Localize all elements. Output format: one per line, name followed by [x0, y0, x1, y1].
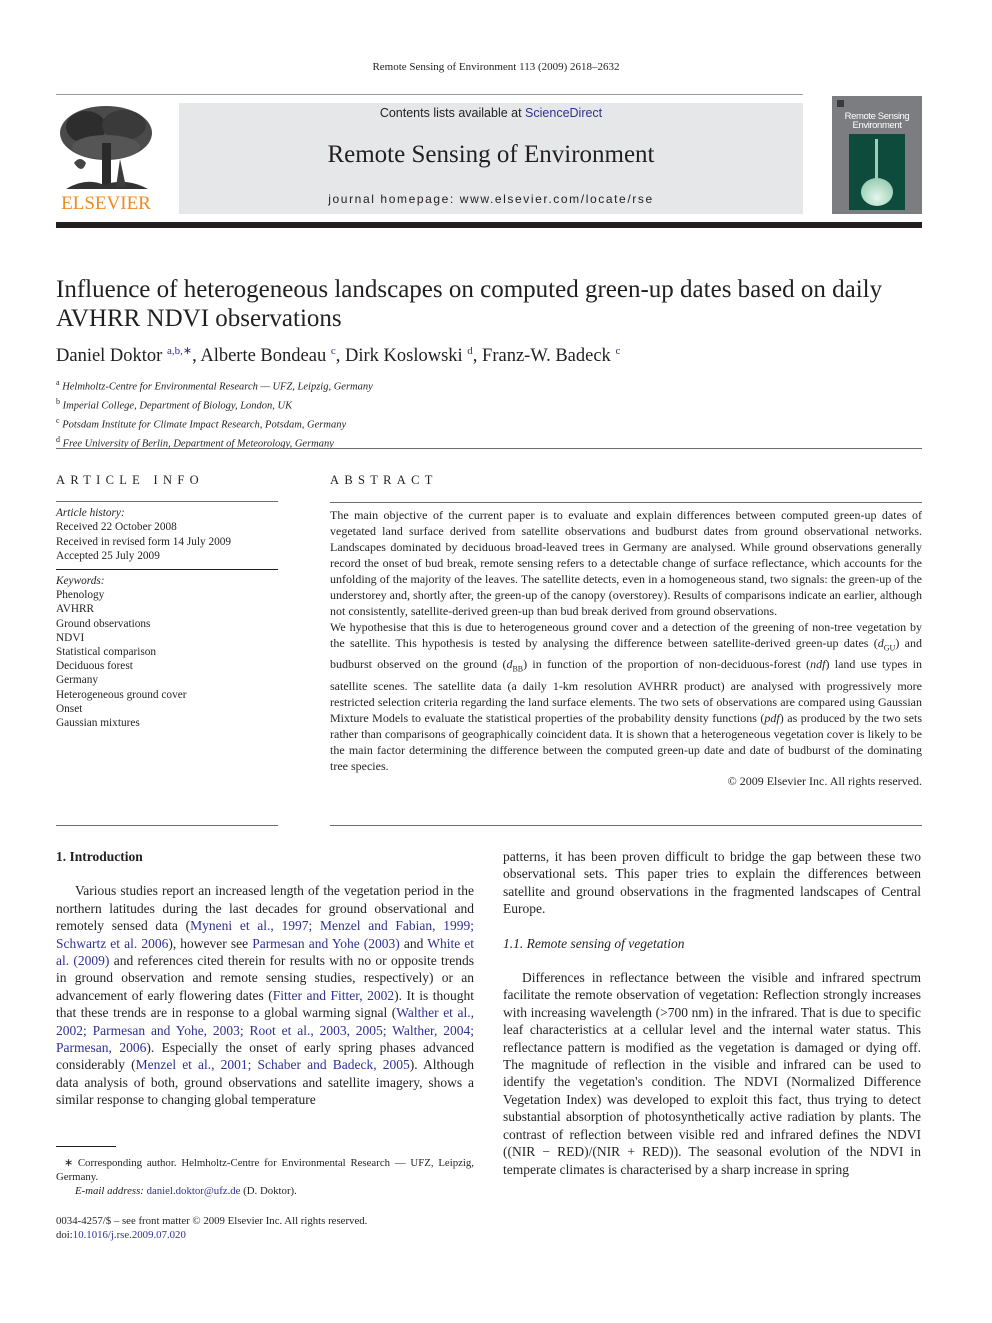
contents-line: Contents lists available at ScienceDirec…: [179, 106, 803, 120]
divider: [56, 448, 922, 449]
author-affiliation-link[interactable]: c: [615, 345, 620, 357]
body-paragraph: Differences in reflectance between the v…: [503, 970, 921, 1177]
citation-link[interactable]: Menzel et al., 2001; Schaber and Badeck,…: [136, 1057, 410, 1072]
keyword-item: Deciduous forest: [56, 660, 133, 673]
keyword-item: Onset: [56, 702, 83, 715]
journal-cover-thumbnail[interactable]: Remote Sensing Environment: [832, 96, 922, 214]
body-column-right: patterns, it has been proven difficult t…: [503, 848, 921, 1178]
keyword-item: Phenology: [56, 589, 105, 602]
keyword-item: NDVI: [56, 631, 85, 644]
cover-publisher-icon: [837, 100, 844, 107]
corresponding-author-note: ∗ Corresponding author. Helmholtz-Centre…: [56, 1157, 474, 1184]
elsevier-logo[interactable]: ELSEVIER: [56, 103, 156, 215]
masthead-thick-divider: [56, 222, 922, 228]
subsection-heading: 1.1. Remote sensing of vegetation: [503, 935, 685, 951]
section-heading: 1. Introduction: [56, 849, 143, 864]
copyright-notice: © 2009 Elsevier Inc. All rights reserved…: [727, 773, 922, 788]
history-item: Received 22 October 2008: [56, 521, 177, 534]
doi-link[interactable]: 10.1016/j.rse.2009.07.020: [73, 1229, 186, 1241]
running-head: Remote Sensing of Environment 113 (2009)…: [372, 61, 620, 73]
footnote-divider: [56, 1146, 116, 1147]
affiliation-item: b Imperial College, Department of Biolog…: [56, 396, 293, 412]
cover-bulb-icon: [861, 178, 893, 206]
divider: [56, 501, 278, 503]
history-item: Received in revised form 14 July 2009: [56, 535, 232, 548]
cover-stem-icon: [875, 139, 878, 179]
article-history-label: Article history:: [56, 507, 125, 520]
elsevier-wordmark: ELSEVIER: [61, 193, 151, 214]
author-affiliation-link[interactable]: c: [331, 345, 336, 357]
abstract-heading: ABSTRACT: [330, 473, 438, 487]
body-column-left: 1. Introduction Various studies report a…: [56, 848, 474, 1109]
abstract-paragraph: The main objective of the current paper …: [330, 508, 922, 618]
cover-artwork: [849, 134, 905, 210]
elsevier-tree-icon: [60, 106, 152, 189]
affiliation-item: a Helmholtz-Centre for Environmental Res…: [56, 378, 373, 393]
email-link[interactable]: daniel.doktor@ufz.de: [147, 1185, 241, 1197]
footnotes: ∗ Corresponding author. Helmholtz-Centre…: [56, 1146, 474, 1199]
body-paragraph: patterns, it has been proven difficult t…: [503, 849, 921, 917]
keyword-item: Ground observations: [56, 617, 151, 630]
citation-link[interactable]: Parmesan and Yohe (2003): [252, 936, 400, 951]
front-matter: 0034-4257/$ – see front matter © 2009 El…: [56, 1214, 474, 1242]
abstract-body: The main objective of the current paper …: [330, 507, 922, 774]
keywords-label: Keywords:: [56, 575, 105, 588]
author-name: Franz-W. Badeck: [482, 346, 611, 366]
author-name: Alberte Bondeau: [200, 346, 327, 366]
body-paragraph: Various studies report an increased leng…: [56, 883, 475, 1108]
abstract: ABSTRACT The main objective of the curre…: [330, 473, 922, 789]
email-note: E-mail address: daniel.doktor@ufz.de (D.…: [75, 1185, 297, 1198]
sciencedirect-link[interactable]: ScienceDirect: [525, 106, 602, 120]
author-name: Dirk Koslowski: [344, 346, 463, 366]
keyword-item: Germany: [56, 674, 99, 687]
keyword-item: Statistical comparison: [56, 646, 157, 659]
affiliation-item: c Potsdam Institute for Climate Impact R…: [56, 415, 347, 431]
journal-homepage-link[interactable]: journal homepage: www.elsevier.com/locat…: [179, 192, 803, 206]
article-info: ARTICLE INFO Article history: Received 2…: [56, 473, 278, 730]
citation-link[interactable]: Fitter and Fitter, 2002: [273, 988, 394, 1003]
article-info-heading: ARTICLE INFO: [56, 473, 204, 487]
abstract-paragraph: We hypothesise that this is due to heter…: [330, 620, 923, 773]
journal-name: Remote Sensing of Environment: [327, 141, 655, 168]
cover-title-line2: Environment: [852, 120, 902, 131]
author-affiliation-link[interactable]: a,b,∗: [167, 345, 192, 357]
keyword-item: Heterogeneous ground cover: [56, 688, 187, 701]
issn-line: 0034-4257/$ – see front matter © 2009 El…: [56, 1215, 368, 1227]
author-name: Daniel Doktor: [56, 346, 163, 366]
author-list: Daniel Doktor a,b,∗, Alberte Bondeau c, …: [56, 345, 621, 366]
journal-banner: Contents lists available at ScienceDirec…: [179, 103, 803, 214]
divider: [330, 825, 922, 826]
divider: [56, 569, 278, 571]
article-title: Influence of heterogeneous landscapes on…: [56, 276, 883, 332]
masthead-top-divider: [56, 94, 803, 95]
cover-title: Remote Sensing Environment: [832, 112, 922, 131]
keyword-item: Gaussian mixtures: [56, 717, 140, 730]
keyword-item: AVHRR: [56, 603, 95, 616]
divider: [56, 825, 278, 826]
affiliation-list: a Helmholtz-Centre for Environmental Res…: [56, 376, 926, 452]
contents-prefix: Contents lists available at: [379, 106, 526, 120]
divider: [330, 502, 922, 503]
doi-line: doi:10.1016/j.rse.2009.07.020: [56, 1229, 186, 1242]
history-item: Accepted 25 July 2009: [56, 549, 160, 562]
author-affiliation-link[interactable]: d: [467, 345, 473, 357]
